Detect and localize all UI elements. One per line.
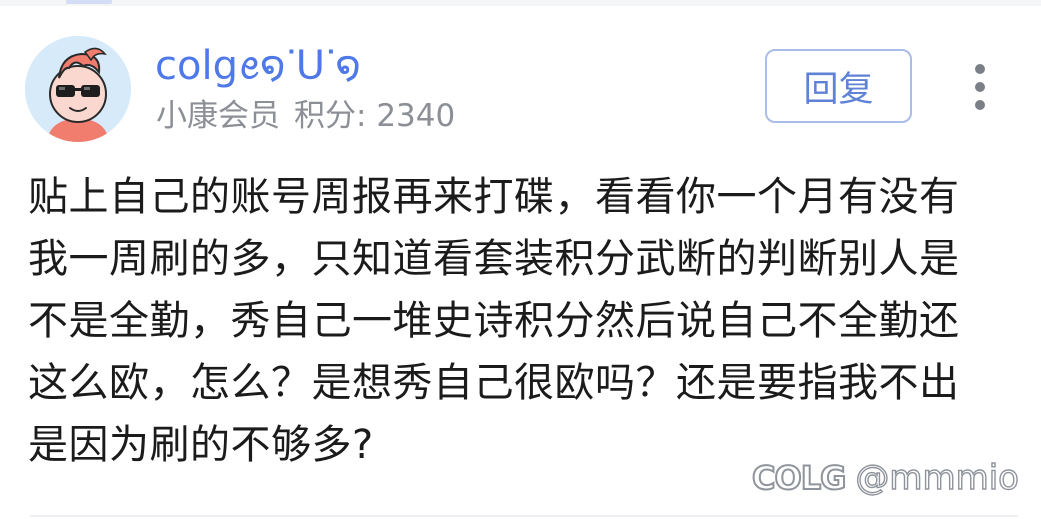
points-label: 积分: [294, 98, 367, 134]
watermark: COLG @mmmio [751, 454, 1020, 502]
post-body: 贴上自己的账号周报再来打碟，看看你一个月有没有 我一周刷的多，只知道看套装积分武… [28, 166, 1018, 476]
menu-dot [975, 100, 985, 110]
watermark-handle: @mmmio [855, 457, 1020, 498]
post-line: 不是全勤，秀自己一堆史诗积分然后说自己不全勤还 [28, 298, 960, 344]
points-value: 2340 [376, 98, 456, 134]
avatar[interactable] [25, 36, 131, 142]
post-line: 我一周刷的多，只知道看套装积分武断的判断别人是 [28, 236, 960, 282]
menu-dot [975, 82, 985, 92]
menu-dot [975, 64, 985, 74]
top-strip [0, 0, 1041, 6]
reply-button[interactable]: 回复 [765, 49, 912, 123]
user-meta: 小康会员 积分: 2340 [156, 96, 455, 136]
more-vertical-icon[interactable] [962, 64, 998, 110]
username[interactable]: colgꫀ໑ᐝᑌᐝ໑ [155, 42, 361, 90]
watermark-logo: COLG [751, 458, 847, 498]
user-rank: 小康会员 [156, 98, 280, 134]
post-line: 贴上自己的账号周报再来打碟，看看你一个月有没有 [28, 174, 960, 220]
top-accent-bar [66, 0, 112, 4]
divider [30, 515, 1018, 517]
post-line: 这么欧，怎么？是想秀自己很欧吗？还是要指我不出 [28, 360, 960, 406]
avatar-icon [25, 36, 131, 142]
